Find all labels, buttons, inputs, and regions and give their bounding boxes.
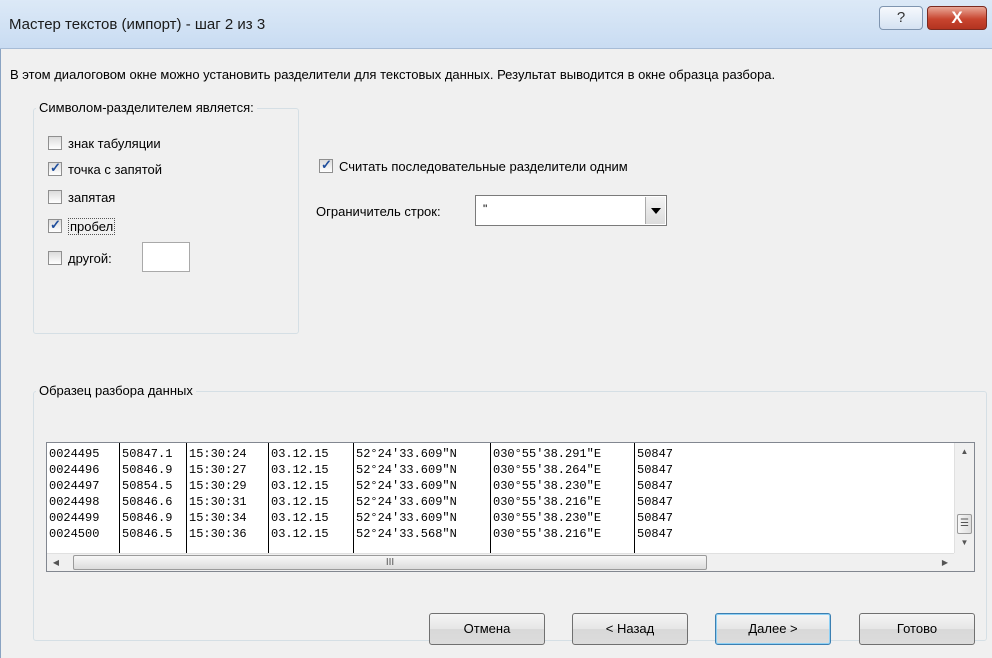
column-separator[interactable] bbox=[119, 443, 120, 553]
column-separator[interactable] bbox=[353, 443, 354, 553]
comma-checkbox[interactable] bbox=[48, 190, 62, 204]
preview-cell: 52°24'33.609"N bbox=[356, 463, 457, 477]
preview-cell: 50847.1 bbox=[122, 447, 173, 461]
preview-cell: 52°24'33.609"N bbox=[356, 495, 457, 509]
space-checkbox[interactable] bbox=[48, 217, 62, 233]
preview-cell: 50847 bbox=[637, 527, 674, 541]
finish-button[interactable]: Готово bbox=[859, 613, 975, 645]
text-qualifier-select[interactable]: " bbox=[475, 195, 667, 226]
preview-cell: 52°24'33.609"N bbox=[356, 511, 457, 525]
next-button[interactable]: Далее > bbox=[715, 613, 831, 645]
preview-cell: 50854.5 bbox=[122, 479, 173, 493]
preview-cell: 0024498 bbox=[49, 495, 100, 509]
space-label: пробел bbox=[68, 217, 116, 235]
other-delimiter-input[interactable] bbox=[142, 242, 190, 272]
preview-legend: Образец разбора данных bbox=[36, 383, 196, 398]
preview-cell: 52°24'33.568"N bbox=[356, 527, 457, 541]
preview-cell: 50847 bbox=[637, 495, 674, 509]
preview-cell: 03.12.15 bbox=[271, 527, 329, 541]
scroll-right-icon[interactable]: ▶ bbox=[936, 555, 954, 571]
preview-cell: 50847 bbox=[637, 479, 674, 493]
preview-cell: 030°55'38.230"E bbox=[493, 479, 602, 493]
preview-cell: 50847 bbox=[637, 447, 674, 461]
vertical-scrollbar[interactable]: ▲ ☰ ▼ bbox=[954, 443, 974, 555]
preview-cell: 03.12.15 bbox=[271, 511, 329, 525]
window-title: Мастер текстов (импорт) - шаг 2 из 3 bbox=[9, 16, 266, 33]
preview-cell: 50847 bbox=[637, 511, 674, 525]
title-bar: Мастер текстов (импорт) - шаг 2 из 3 ? X bbox=[0, 0, 992, 49]
preview-cell: 0024499 bbox=[49, 511, 100, 525]
preview-pane[interactable]: 0024495 50847.1 15:30:24 03.12.15 52°24'33.6… bbox=[46, 442, 975, 572]
consecutive-option[interactable]: Считать последовательные разделители одн… bbox=[319, 156, 628, 176]
preview-cell: 50846.9 bbox=[122, 463, 173, 477]
tab-label: знак табуляции bbox=[68, 135, 161, 151]
dialog-body: В этом диалоговом окне можно установить … bbox=[0, 49, 992, 658]
preview-cell: 0024500 bbox=[49, 527, 100, 541]
horizontal-scroll-thumb[interactable]: III bbox=[73, 555, 707, 570]
scroll-left-icon[interactable]: ◀ bbox=[47, 555, 65, 571]
column-separator[interactable] bbox=[186, 443, 187, 553]
vertical-scroll-thumb[interactable]: ☰ bbox=[957, 514, 972, 534]
preview-cell: 0024497 bbox=[49, 479, 100, 493]
chevron-down-icon[interactable] bbox=[645, 197, 665, 224]
help-icon: ? bbox=[896, 9, 906, 26]
comma-label: запятая bbox=[68, 189, 116, 205]
column-separator[interactable] bbox=[268, 443, 269, 553]
semicolon-checkbox[interactable] bbox=[48, 160, 62, 176]
dialog-description: В этом диалоговом окне можно установить … bbox=[10, 67, 776, 82]
column-separator[interactable] bbox=[634, 443, 635, 553]
text-qualifier-value: " bbox=[483, 202, 488, 216]
consecutive-checkbox[interactable] bbox=[319, 157, 333, 173]
preview-cell: 50846.9 bbox=[122, 511, 173, 525]
comma-option[interactable]: запятая bbox=[48, 187, 115, 207]
preview-cell: 15:30:31 bbox=[189, 495, 247, 509]
preview-cell: 030°55'38.216"E bbox=[493, 527, 602, 541]
preview-cell: 03.12.15 bbox=[271, 463, 329, 477]
scroll-up-icon[interactable]: ▲ bbox=[955, 447, 974, 464]
preview-cell: 50846.5 bbox=[122, 527, 173, 541]
semicolon-option[interactable]: точка с запятой bbox=[48, 159, 162, 179]
horizontal-scrollbar[interactable]: ◀ III ▶ bbox=[47, 553, 954, 571]
column-separator[interactable] bbox=[490, 443, 491, 553]
text-qualifier-label: Ограничитель строк: bbox=[316, 204, 441, 219]
other-label: другой: bbox=[68, 250, 112, 266]
preview-cell: 03.12.15 bbox=[271, 495, 329, 509]
preview-cell: 030°55'38.216"E bbox=[493, 495, 602, 509]
close-button[interactable]: X bbox=[927, 6, 987, 30]
preview-cell: 15:30:24 bbox=[189, 447, 247, 461]
preview-cell: 030°55'38.264"E bbox=[493, 463, 602, 477]
preview-cell: 15:30:34 bbox=[189, 511, 247, 525]
preview-cell: 030°55'38.230"E bbox=[493, 511, 602, 525]
preview-cell: 52°24'33.609"N bbox=[356, 447, 457, 461]
cancel-button[interactable]: Отмена bbox=[429, 613, 545, 645]
preview-cell: 50846.6 bbox=[122, 495, 173, 509]
scroll-corner bbox=[954, 553, 974, 571]
semicolon-label: точка с запятой bbox=[68, 161, 163, 177]
preview-cell: 0024495 bbox=[49, 447, 100, 461]
preview-cell: 03.12.15 bbox=[271, 479, 329, 493]
consecutive-label: Считать последовательные разделители одн… bbox=[339, 158, 628, 174]
preview-cell: 15:30:27 bbox=[189, 463, 247, 477]
preview-cell: 030°55'38.291"E bbox=[493, 447, 602, 461]
tab-option[interactable]: знак табуляции bbox=[48, 133, 161, 153]
tab-checkbox[interactable] bbox=[48, 136, 62, 150]
space-option[interactable]: пробел bbox=[48, 216, 116, 236]
delimiters-legend: Символом-разделителем является: bbox=[36, 100, 257, 115]
close-icon: X bbox=[951, 8, 963, 27]
preview-cell: 50847 bbox=[637, 463, 674, 477]
preview-cell: 52°24'33.609"N bbox=[356, 479, 457, 493]
preview-cell: 15:30:36 bbox=[189, 527, 247, 541]
preview-cell: 15:30:29 bbox=[189, 479, 247, 493]
back-button[interactable]: < Назад bbox=[572, 613, 688, 645]
other-option[interactable]: другой: bbox=[48, 248, 112, 268]
help-button[interactable]: ? bbox=[879, 6, 923, 30]
preview-cell: 0024496 bbox=[49, 463, 100, 477]
preview-cell: 03.12.15 bbox=[271, 447, 329, 461]
other-checkbox[interactable] bbox=[48, 251, 62, 265]
